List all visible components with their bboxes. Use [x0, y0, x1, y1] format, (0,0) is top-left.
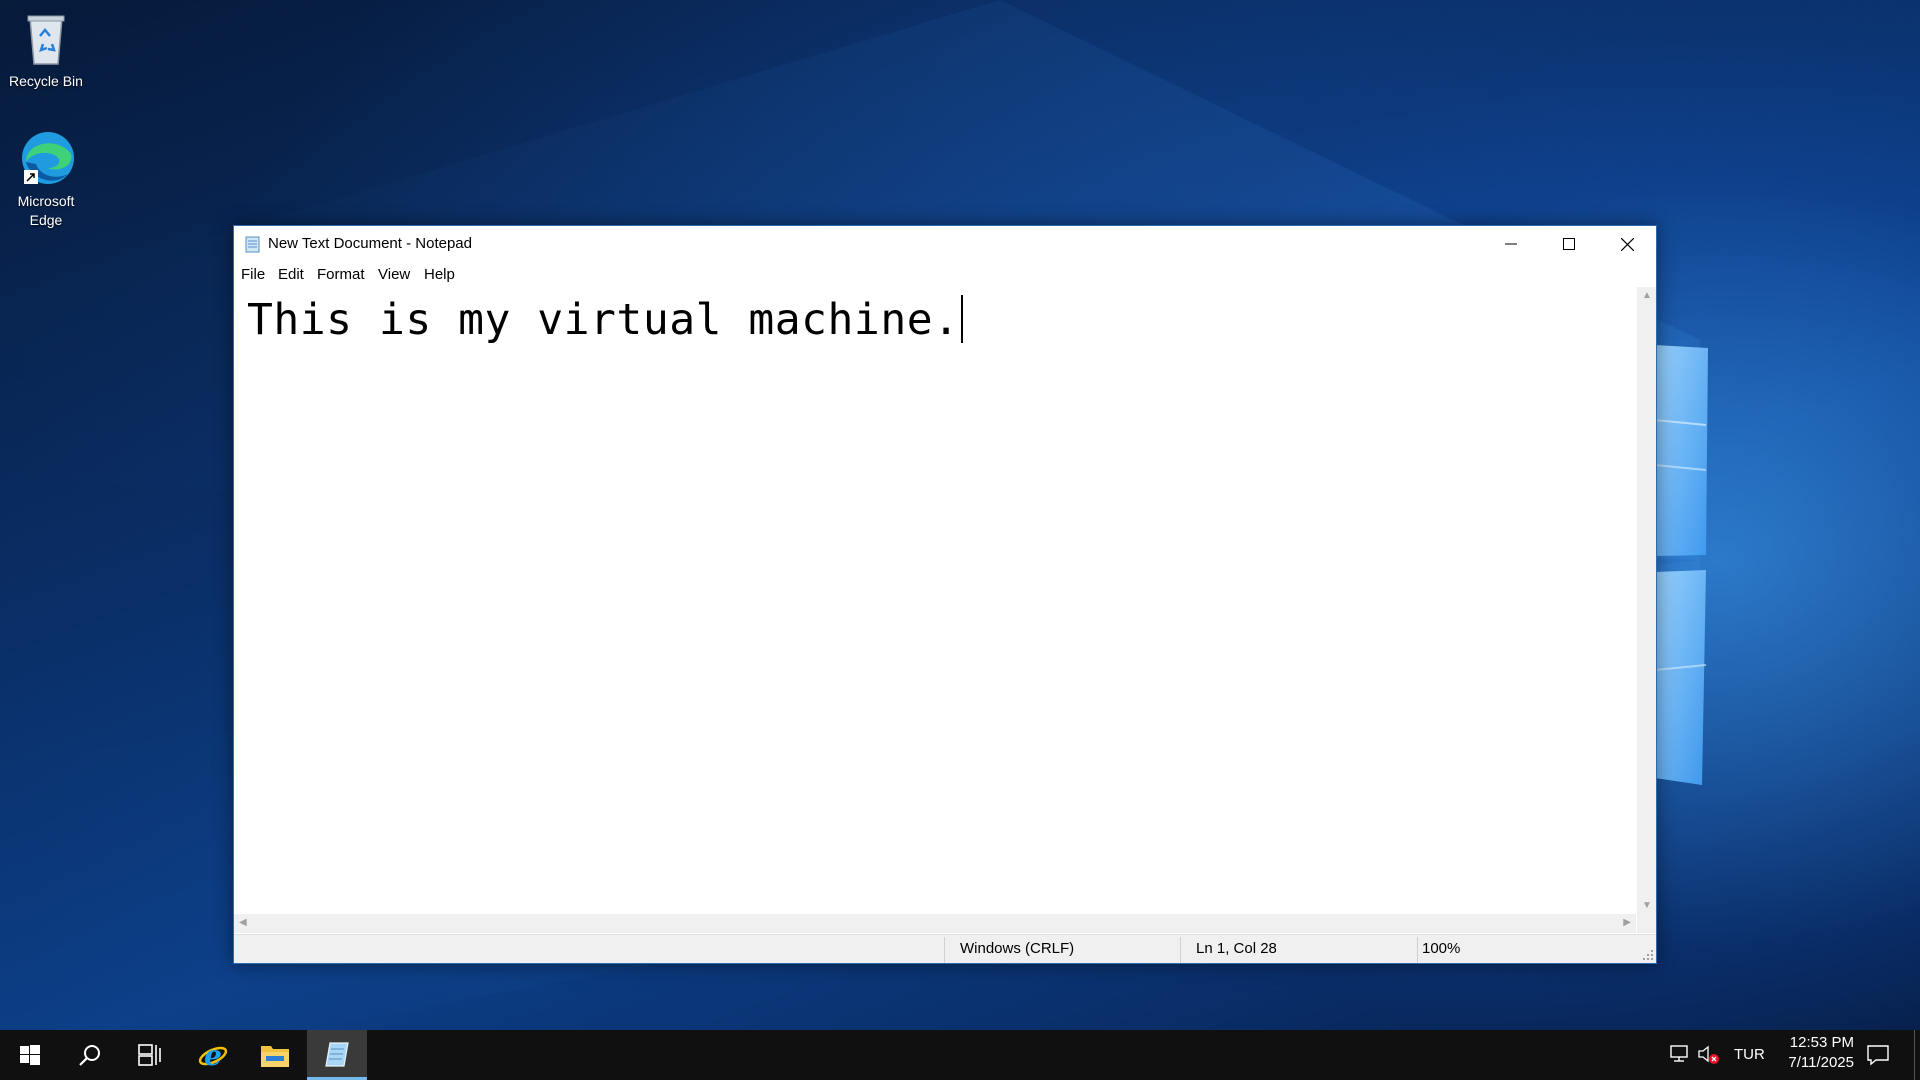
- taskbar-notepad[interactable]: [307, 1030, 367, 1080]
- editor-content: This is my virtual machine.: [247, 295, 964, 345]
- volume-muted-icon: [1698, 1045, 1719, 1064]
- clock-date: 7/11/2025: [1788, 1054, 1854, 1071]
- network-icon: [1670, 1045, 1688, 1062]
- window-title: New Text Document - Notepad: [268, 235, 472, 252]
- action-center-icon: [1867, 1045, 1889, 1066]
- scrollbar-corner: [1637, 914, 1656, 933]
- menu-view[interactable]: View: [378, 266, 410, 283]
- menu-edit[interactable]: Edit: [278, 266, 304, 283]
- clock[interactable]: 12:53 PM 7/11/2025: [1770, 1034, 1854, 1071]
- edge-icon: [16, 128, 76, 188]
- svg-text:e: e: [204, 1039, 222, 1071]
- menu-format[interactable]: Format: [317, 266, 365, 283]
- horizontal-scrollbar[interactable]: ◀ ▶: [234, 914, 1636, 933]
- maximize-button[interactable]: [1540, 226, 1598, 262]
- taskbar-file-explorer[interactable]: [245, 1030, 305, 1080]
- scroll-up-icon[interactable]: ▲: [1642, 290, 1652, 301]
- scroll-right-icon[interactable]: ▶: [1623, 917, 1631, 928]
- edge-label-line-1: Microsoft: [17, 193, 75, 209]
- recycle-bin-label: Recycle Bin: [9, 73, 83, 89]
- status-separator: [1417, 937, 1418, 963]
- recycle-bin-icon: [16, 8, 76, 68]
- text-editor[interactable]: This is my virtual machine.: [234, 287, 1636, 914]
- menu-help[interactable]: Help: [424, 266, 455, 283]
- search-icon: [79, 1045, 100, 1066]
- action-center-button[interactable]: [1866, 1043, 1890, 1072]
- desktop-icon-recycle-bin[interactable]: Recycle Bin: [6, 8, 86, 91]
- maximize-icon: [1563, 238, 1575, 250]
- search-button[interactable]: [60, 1030, 120, 1080]
- scroll-left-icon[interactable]: ◀: [239, 917, 247, 928]
- text-caret: [961, 295, 964, 343]
- volume-button[interactable]: [1697, 1044, 1721, 1071]
- show-desktop-button[interactable]: [1914, 1030, 1920, 1080]
- notepad-icon: [325, 1041, 349, 1067]
- start-button[interactable]: [0, 1030, 60, 1080]
- status-zoom: 100%: [1422, 940, 1461, 957]
- clock-time: 12:53 PM: [1789, 1034, 1854, 1051]
- vertical-scrollbar[interactable]: ▲ ▼: [1637, 287, 1656, 914]
- start-icon: [20, 1045, 40, 1065]
- menu-bar: File Edit Format View Help: [234, 262, 1656, 286]
- task-view-icon: [138, 1044, 161, 1066]
- task-view-button[interactable]: [120, 1030, 180, 1080]
- network-button[interactable]: [1668, 1044, 1690, 1069]
- minimize-icon: [1505, 243, 1517, 245]
- close-button[interactable]: [1598, 226, 1656, 262]
- file-explorer-icon: [261, 1046, 289, 1067]
- taskbar-internet-explorer[interactable]: e: [183, 1030, 243, 1080]
- close-icon: [1620, 237, 1634, 251]
- desktop-icon-microsoft-edge[interactable]: Microsoft Edge: [6, 128, 86, 230]
- taskbar: e TUR 12:53 PM 7/11/2025: [0, 1030, 1920, 1080]
- edge-label-line-2: Edge: [29, 212, 63, 228]
- notepad-window: New Text Document - Notepad File Edit Fo…: [233, 225, 1657, 964]
- status-separator: [944, 937, 945, 963]
- internet-explorer-icon: e: [198, 1039, 228, 1071]
- status-cursor-position: Ln 1, Col 28: [1196, 940, 1277, 957]
- title-bar[interactable]: New Text Document - Notepad: [234, 226, 1656, 262]
- status-separator: [1180, 937, 1181, 963]
- resize-grip-icon[interactable]: [1642, 949, 1654, 961]
- status-bar: Windows (CRLF) Ln 1, Col 28 100%: [234, 934, 1656, 963]
- minimize-button[interactable]: [1482, 226, 1540, 262]
- document-text: This is my virtual machine.: [247, 295, 960, 345]
- status-line-ending: Windows (CRLF): [960, 940, 1075, 957]
- menu-file[interactable]: File: [241, 266, 265, 283]
- scroll-down-icon[interactable]: ▼: [1642, 900, 1652, 911]
- input-language[interactable]: TUR: [1734, 1046, 1765, 1063]
- notepad-icon: [244, 235, 262, 253]
